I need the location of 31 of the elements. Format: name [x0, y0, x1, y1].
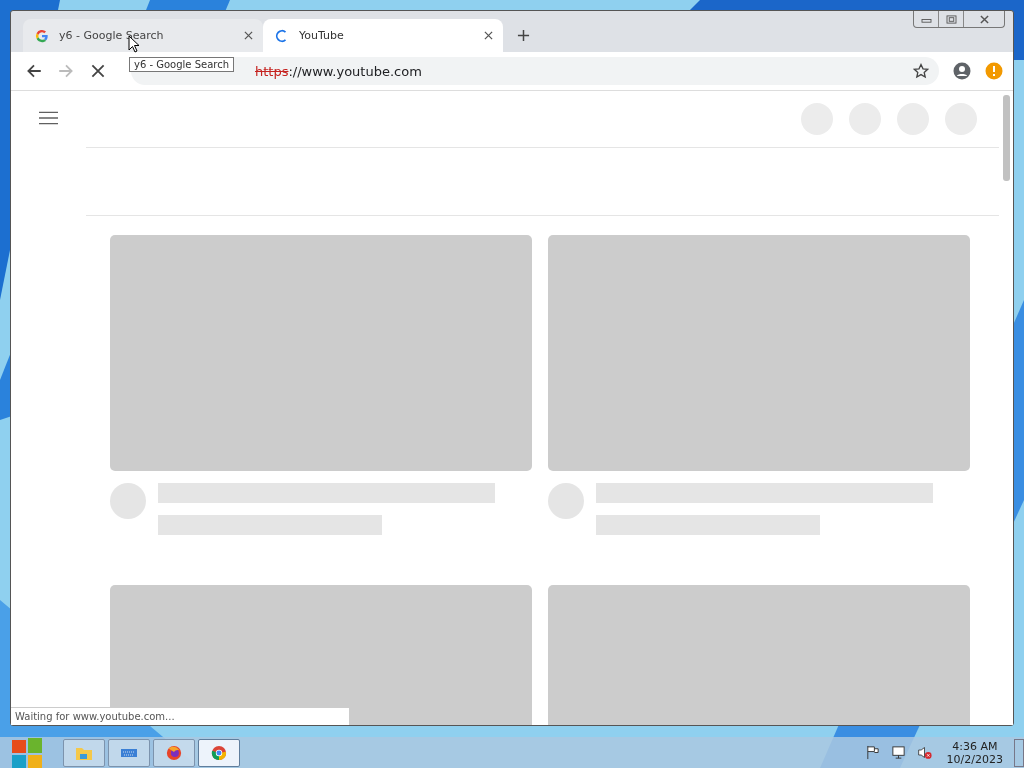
network-icon[interactable] [890, 745, 906, 760]
taskbar-button[interactable] [108, 738, 150, 767]
menu-icon[interactable] [39, 111, 58, 125]
muted-speaker-icon[interactable] [916, 745, 932, 760]
taskbar-button[interactable] [153, 738, 195, 767]
close-icon[interactable] [484, 31, 493, 40]
new-tab-icon[interactable] [517, 29, 530, 42]
back-icon[interactable] [25, 62, 43, 80]
profile-icon[interactable] [953, 62, 971, 80]
browser-icon [210, 744, 228, 761]
flag-icon[interactable] [864, 745, 880, 760]
loading-spinner-icon [275, 28, 289, 43]
star-icon[interactable] [913, 63, 929, 79]
google-icon [35, 28, 49, 43]
scrollbar-thumb[interactable] [1002, 95, 1010, 181]
show-desktop-button[interactable] [1014, 738, 1024, 767]
browser-icon [165, 744, 183, 761]
tooltip: y6 - Google Search [129, 57, 235, 72]
clock-date[interactable]: 10/2/2023 [946, 752, 1003, 766]
maximize-icon [945, 14, 957, 24]
avatar-placeholder [548, 483, 584, 519]
status-bubble: Waiting for www.youtube.com... [11, 707, 350, 725]
clock-time[interactable]: 4:36 AM [952, 739, 998, 753]
browser-tab[interactable]: y6 - Google Search [23, 19, 263, 52]
avatar-placeholder [110, 483, 146, 519]
start-button[interactable] [12, 737, 42, 768]
close-icon[interactable] [244, 31, 253, 40]
taskbar-button[interactable] [198, 738, 240, 767]
browser-tab[interactable]: YouTube [263, 19, 503, 52]
close-icon [978, 14, 990, 24]
stop-icon[interactable] [89, 62, 107, 80]
